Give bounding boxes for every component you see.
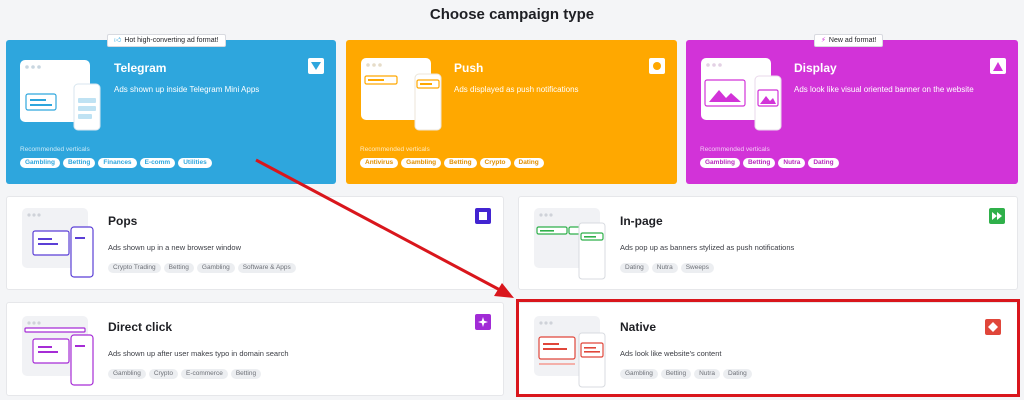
tag: Gambling (620, 369, 658, 379)
card-title: Native (620, 320, 657, 334)
circle-icon (649, 58, 665, 74)
tag: Crypto (479, 158, 511, 168)
triangle-down-icon (308, 58, 324, 74)
tag: Dating (722, 369, 752, 379)
tag: Crypto Trading (108, 263, 161, 273)
recommended-label: Recommended verticals (360, 146, 430, 153)
tag: Betting (163, 263, 194, 273)
tag-list: Crypto Trading Betting Gambling Software… (108, 263, 296, 273)
tag: Crypto (148, 369, 178, 379)
tag-list: Dating Nutra Sweeps (620, 263, 714, 273)
card-direct-click[interactable]: Direct click Ads shown up after user mak… (6, 302, 504, 396)
push-illustration (361, 58, 442, 131)
triangle-up-icon (990, 58, 1006, 74)
tag: Gambling (401, 158, 442, 168)
tag: Nutra (778, 158, 806, 168)
card-display[interactable]: Display Ads look like visual oriented ba… (686, 40, 1018, 184)
tag: Dating (620, 263, 649, 273)
square-icon (475, 208, 491, 224)
card-title: In-page (620, 214, 663, 228)
tag: Antivirus (360, 158, 399, 168)
tag: Gambling (20, 158, 60, 168)
card-title: Push (454, 61, 484, 75)
telegram-illustration (20, 60, 101, 131)
tag: Finances (98, 158, 137, 168)
tag: Gambling (108, 369, 146, 379)
card-description: Ads shown up after user makes typo in do… (108, 349, 289, 358)
tag: Betting (444, 158, 477, 168)
tag: Betting (62, 158, 96, 168)
tag: Nutra (651, 263, 678, 273)
card-telegram[interactable]: Telegram Ads shown up inside Telegram Mi… (6, 40, 336, 184)
tag-list: Gambling Crypto E-commerce Betting (108, 369, 262, 379)
badge-text: Hot high-converting ad format! (124, 37, 219, 44)
bolt-icon: ⚡︎ (821, 37, 826, 44)
direct-click-illustration (22, 316, 94, 386)
badge-new-format: ⚡︎ New ad format! (814, 34, 884, 47)
tag: Gambling (196, 263, 235, 273)
diamond-icon (985, 319, 1001, 335)
card-description: Ads pop up as banners stylized as push n… (620, 243, 795, 252)
tag: Dating (513, 158, 544, 168)
card-title: Direct click (108, 320, 173, 334)
tag: Dating (808, 158, 839, 168)
tag-list: Antivirus Gambling Betting Crypto Dating (360, 158, 544, 168)
tag: Betting (742, 158, 776, 168)
tag-list: Gambling Betting Finances E-comm Utiliti… (20, 158, 212, 168)
card-title: Pops (108, 214, 138, 228)
badge-hot-format: 👍︎ Hot high-converting ad format! (107, 34, 226, 47)
sparkle-icon (475, 314, 491, 330)
tag: Utilities (178, 158, 212, 168)
card-push[interactable]: Push Ads displayed as push notifications… (346, 40, 677, 184)
tag: Betting (230, 369, 262, 379)
card-description: Ads shown up in a new browser window (108, 243, 241, 252)
page-title: Choose campaign type (429, 6, 595, 23)
tag: Betting (660, 369, 692, 379)
tag: E-comm (139, 158, 176, 168)
card-native[interactable]: Native Ads look like website's content G… (518, 302, 1018, 396)
campaign-type-page: Choose campaign type Telegram Ads shown … (0, 0, 1024, 400)
tag: Gambling (700, 158, 740, 168)
card-description: Ads displayed as push notifications (454, 85, 579, 94)
pops-illustration (22, 208, 94, 278)
tag: E-commerce (180, 369, 228, 379)
card-description: Ads look like visual oriented banner on … (794, 85, 974, 94)
card-pops[interactable]: Pops Ads shown up in a new browser windo… (6, 196, 504, 290)
tag-list: Gambling Betting Nutra Dating (620, 369, 752, 379)
tag-list: Gambling Betting Nutra Dating (700, 158, 839, 168)
card-description: Ads look like website's content (620, 349, 722, 358)
thumbs-up-icon: 👍︎ (114, 37, 122, 44)
recommended-label: Recommended verticals (20, 146, 90, 153)
card-in-page[interactable]: In-page Ads pop up as banners stylized a… (518, 196, 1018, 290)
card-title: Display (794, 61, 837, 75)
card-title: Telegram (114, 61, 167, 75)
native-illustration (534, 316, 606, 388)
tag: Software & Apps (237, 263, 296, 273)
tag: Sweeps (680, 263, 714, 273)
badge-text: New ad format! (828, 37, 877, 44)
tag: Nutra (694, 369, 720, 379)
display-illustration (701, 58, 782, 131)
card-description: Ads shown up inside Telegram Mini Apps (114, 85, 260, 94)
recommended-label: Recommended verticals (700, 146, 770, 153)
in-page-illustration (534, 208, 606, 280)
fast-forward-icon (989, 208, 1005, 224)
